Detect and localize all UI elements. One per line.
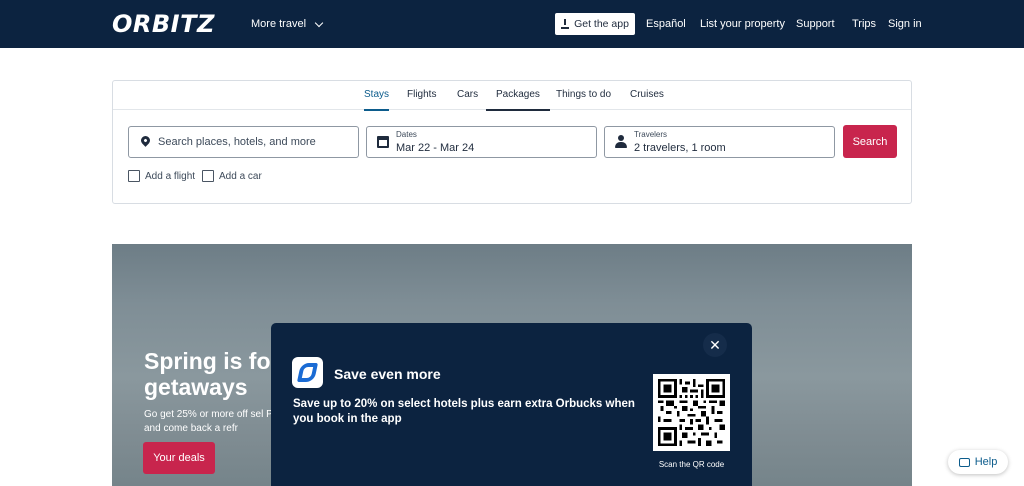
destination-placeholder: Search places, hotels, and more — [158, 136, 316, 148]
chat-bubble-icon — [958, 457, 970, 467]
person-icon — [614, 135, 628, 149]
add-flight-box[interactable] — [128, 170, 140, 182]
sign-in-link[interactable]: Sign in — [888, 15, 922, 33]
location-pin-icon — [138, 134, 152, 149]
more-travel-menu[interactable]: More travel — [251, 15, 324, 33]
calendar-icon — [376, 135, 390, 149]
travelers-field[interactable]: Travelers 2 travelers, 1 room — [604, 126, 835, 158]
list-property-link[interactable]: List your property — [700, 15, 785, 33]
your-deals-button[interactable]: Your deals — [143, 442, 215, 474]
add-car-box[interactable] — [202, 170, 214, 182]
modal-text: Save up to 20% on select hotels plus ear… — [293, 398, 635, 425]
qr-code — [653, 374, 730, 451]
search-button[interactable]: Search — [843, 125, 897, 158]
language-link[interactable]: Español — [646, 15, 686, 33]
get-the-app-button[interactable]: Get the app — [555, 13, 635, 35]
add-car-checkbox[interactable]: Add a car — [202, 170, 262, 182]
destination-input[interactable]: Search places, hotels, and more — [128, 126, 359, 158]
dates-label: Dates — [396, 130, 417, 139]
tab-cars[interactable]: Cars — [457, 88, 478, 109]
download-icon — [561, 19, 570, 29]
get-the-app-label: Get the app — [574, 18, 629, 30]
tab-stays[interactable]: Stays — [364, 88, 390, 111]
tab-flights[interactable]: Flights — [407, 88, 436, 109]
tab-things-to-do[interactable]: Things to do — [556, 88, 611, 109]
tab-cruises[interactable]: Cruises — [630, 88, 664, 109]
app-logo-icon — [292, 357, 323, 388]
travelers-label: Travelers — [634, 130, 668, 139]
support-link[interactable]: Support — [796, 15, 835, 33]
travelers-value: 2 travelers, 1 room — [634, 142, 726, 154]
search-card: Stays Flights Cars Packages Things to do… — [112, 80, 912, 204]
help-label: Help — [974, 456, 998, 468]
tab-packages[interactable]: Packages — [486, 88, 550, 111]
add-car-label: Add a car — [219, 170, 262, 182]
dates-value: Mar 22 - Mar 24 — [396, 142, 475, 154]
modal-title: Save even more — [334, 366, 441, 382]
trips-link[interactable]: Trips — [852, 15, 876, 33]
search-tabs: Stays Flights Cars Packages Things to do… — [113, 81, 911, 111]
chevron-down-icon — [314, 18, 324, 27]
more-travel-label: More travel — [251, 18, 307, 30]
help-button[interactable]: Help — [948, 450, 1008, 474]
add-flight-label: Add a flight — [145, 170, 196, 182]
app-promo-modal: ✕ Save even more Save up to 20% on selec… — [271, 323, 752, 486]
dates-field[interactable]: Dates Mar 22 - Mar 24 — [366, 126, 597, 158]
add-flight-checkbox[interactable]: Add a flight — [128, 170, 195, 182]
top-header: ORBITZ More travel Get the app Español L… — [0, 0, 1024, 48]
orbitz-logo[interactable]: ORBITZ — [112, 10, 215, 38]
qr-caption: Scan the QR code — [658, 460, 725, 469]
close-icon[interactable]: ✕ — [703, 333, 727, 357]
